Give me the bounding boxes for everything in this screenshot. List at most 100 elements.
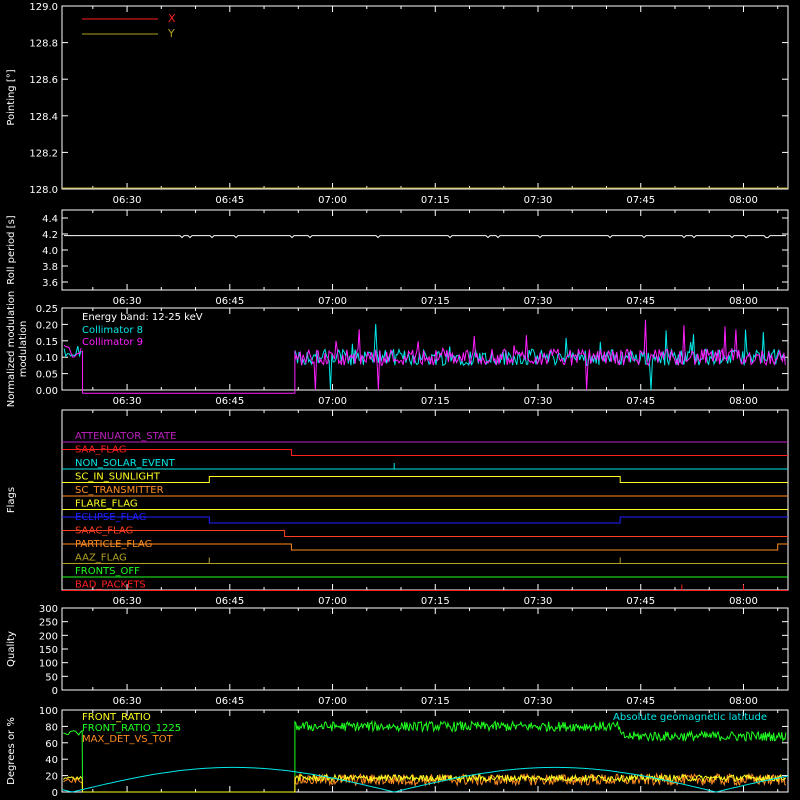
hessi-observing-summary-chart: 06:30 06:45 07:00 07:15 07:30 07:45 08:00 128.0…: [6, 2, 789, 799]
x-tick-label: 07:15: [421, 296, 450, 307]
y-axis-label: Degrees or %: [6, 717, 17, 785]
x-tick-label: 07:15: [421, 696, 450, 707]
y-tick-label: 0: [52, 686, 58, 697]
y-tick-label: 128.6: [29, 75, 58, 86]
y-tick-label: 129.0: [29, 2, 58, 13]
x-tick-label: 07:15: [421, 195, 450, 206]
y-tick-label: 3.8: [42, 262, 58, 273]
x-tick-label: 07:45: [626, 195, 655, 206]
x-tick-label: 07:30: [524, 696, 553, 707]
x-tick-label: 08:00: [729, 396, 758, 407]
y-axis-label: Quality: [6, 631, 17, 667]
roll-period-line: [64, 235, 786, 239]
x-tick-label: 06:30: [113, 296, 142, 307]
x-tick-label: 07:45: [626, 296, 655, 307]
x-tick-label: 07:00: [318, 596, 347, 607]
x-tick-label: 06:30: [113, 696, 142, 707]
flag-label-fronts-off: FRONTS_OFF: [75, 566, 140, 577]
legend-label-y: Y: [167, 27, 175, 40]
x-tick-label: 08:00: [729, 195, 758, 206]
flag-label-attenuator-state: ATTENUATOR_STATE: [75, 431, 176, 442]
y-tick-label: 4.2: [42, 230, 58, 241]
energy-band-label: Energy band: 12-25 keV: [82, 312, 203, 323]
y-tick-label: 4.0: [42, 246, 58, 257]
flag-label-saa-flag: SAA_FLAG: [75, 445, 126, 456]
x-tick-label: 07:15: [421, 396, 450, 407]
y-axis-label: Flags: [6, 487, 17, 513]
y-tick-label: 0.00: [36, 386, 58, 397]
flag-line-saac-flag: [62, 530, 788, 537]
y-tick-label: 60: [45, 739, 58, 750]
quality-frame: [61, 607, 789, 691]
x-tick-label: 06:45: [215, 596, 244, 607]
x-tick-label: 07:00: [318, 696, 347, 707]
y-tick-label: 0: [52, 788, 58, 799]
x-tick-label: 07:30: [524, 396, 553, 407]
flag-line-sc-in-sunlight: [62, 476, 788, 483]
flag-line-particle-flag: [62, 543, 788, 551]
y-axis-label: Normalized modulation: [6, 291, 17, 408]
x-tick-label: 07:15: [421, 596, 450, 607]
x-tick-label: 07:45: [626, 696, 655, 707]
x-tick-label: 07:00: [318, 296, 347, 307]
legend-label-collimator-8: Collimator 8: [82, 325, 143, 336]
x-tick-label: 06:45: [215, 296, 244, 307]
flag-label-non-solar-event: NON_SOLAR_EVENT: [75, 458, 176, 469]
flag-line-saa-flag: [62, 449, 788, 456]
x-tick-label: 06:45: [215, 396, 244, 407]
legend-label-x: X: [168, 12, 176, 25]
y-tick-label: 0.05: [36, 370, 58, 381]
flag-label-bad-packets: BAD_PACKETS: [75, 580, 146, 591]
y-tick-label: 0.25: [36, 304, 58, 315]
y-tick-label: 50: [45, 672, 58, 683]
y-tick-label: 40: [45, 755, 58, 766]
y-tick-label: 128.2: [29, 148, 58, 159]
y-tick-label: 0.20: [36, 320, 58, 331]
x-tick-label: 07:30: [524, 195, 553, 206]
y-tick-label: 300: [39, 604, 58, 615]
flag-label-sc-transmitter: SC_TRANSMITTER: [75, 485, 164, 496]
x-tick-label: 06:30: [113, 195, 142, 206]
y-tick-label: 128.0: [29, 185, 58, 196]
flag-label-aaz-flag: AAZ_FLAG: [75, 553, 127, 564]
y-tick-label: 250: [39, 618, 58, 629]
roll-frame: [61, 209, 789, 291]
y-tick-label: 100: [39, 659, 58, 670]
x-tick-label: 08:00: [729, 596, 758, 607]
y-tick-label: 128.4: [29, 112, 58, 123]
y-tick-label: 128.8: [29, 39, 58, 50]
y-tick-label: 150: [39, 645, 58, 656]
x-tick-label: 06:45: [215, 696, 244, 707]
flag-label-sc-in-sunlight: SC_IN_SUNLIGHT: [75, 472, 161, 483]
y-tick-label: 20: [45, 772, 58, 783]
x-tick-label: 06:30: [113, 396, 142, 407]
y-axis-label: Pointing [°]: [6, 69, 17, 125]
y-tick-label: 3.6: [42, 278, 58, 289]
x-tick-label: 07:30: [524, 596, 553, 607]
y-tick-label: 200: [39, 631, 58, 642]
flag-label-flare-flag: FLARE_FLAG: [75, 499, 138, 510]
series-collimator-8-pre: [63, 345, 82, 358]
y-tick-label: 100: [39, 706, 58, 717]
series-collimator-9-post: [294, 319, 786, 391]
x-tick-label: 07:45: [626, 596, 655, 607]
x-tick-label: 07:45: [626, 396, 655, 407]
y-tick-label: 4.4: [42, 214, 58, 225]
flag-label-saac-flag: SAAC_FLAG: [75, 526, 133, 537]
x-tick-label: 06:45: [215, 195, 244, 206]
x-tick-label: 06:30: [113, 596, 142, 607]
legend-label-max-det-vs-tot: MAX_DET_VS_TOT: [82, 734, 174, 745]
legend-label-front-ratio: FRONT_RATIO: [82, 712, 151, 723]
y-tick-label: 0.10: [36, 353, 58, 364]
y-tick-label: 0.15: [36, 337, 58, 348]
x-tick-label: 07:00: [318, 396, 347, 407]
x-tick-label: 07:30: [524, 296, 553, 307]
flag-label-eclipse-flag: ECLIPSE_FLAG: [75, 512, 146, 523]
y-tick-label: 80: [45, 722, 58, 733]
y-axis-label: Roll period [s]: [6, 215, 17, 284]
flag-label-particle-flag: PARTICLE_FLAG: [75, 539, 152, 550]
legend-label-front-ratio-1225: FRONT_RATIO_1225: [82, 723, 181, 734]
geomagnetic-latitude-label: Absolute geomagnetic latitude: [613, 712, 767, 723]
legend-label-collimator-9: Collimator 9: [82, 337, 143, 348]
x-tick-label: 08:00: [729, 296, 758, 307]
